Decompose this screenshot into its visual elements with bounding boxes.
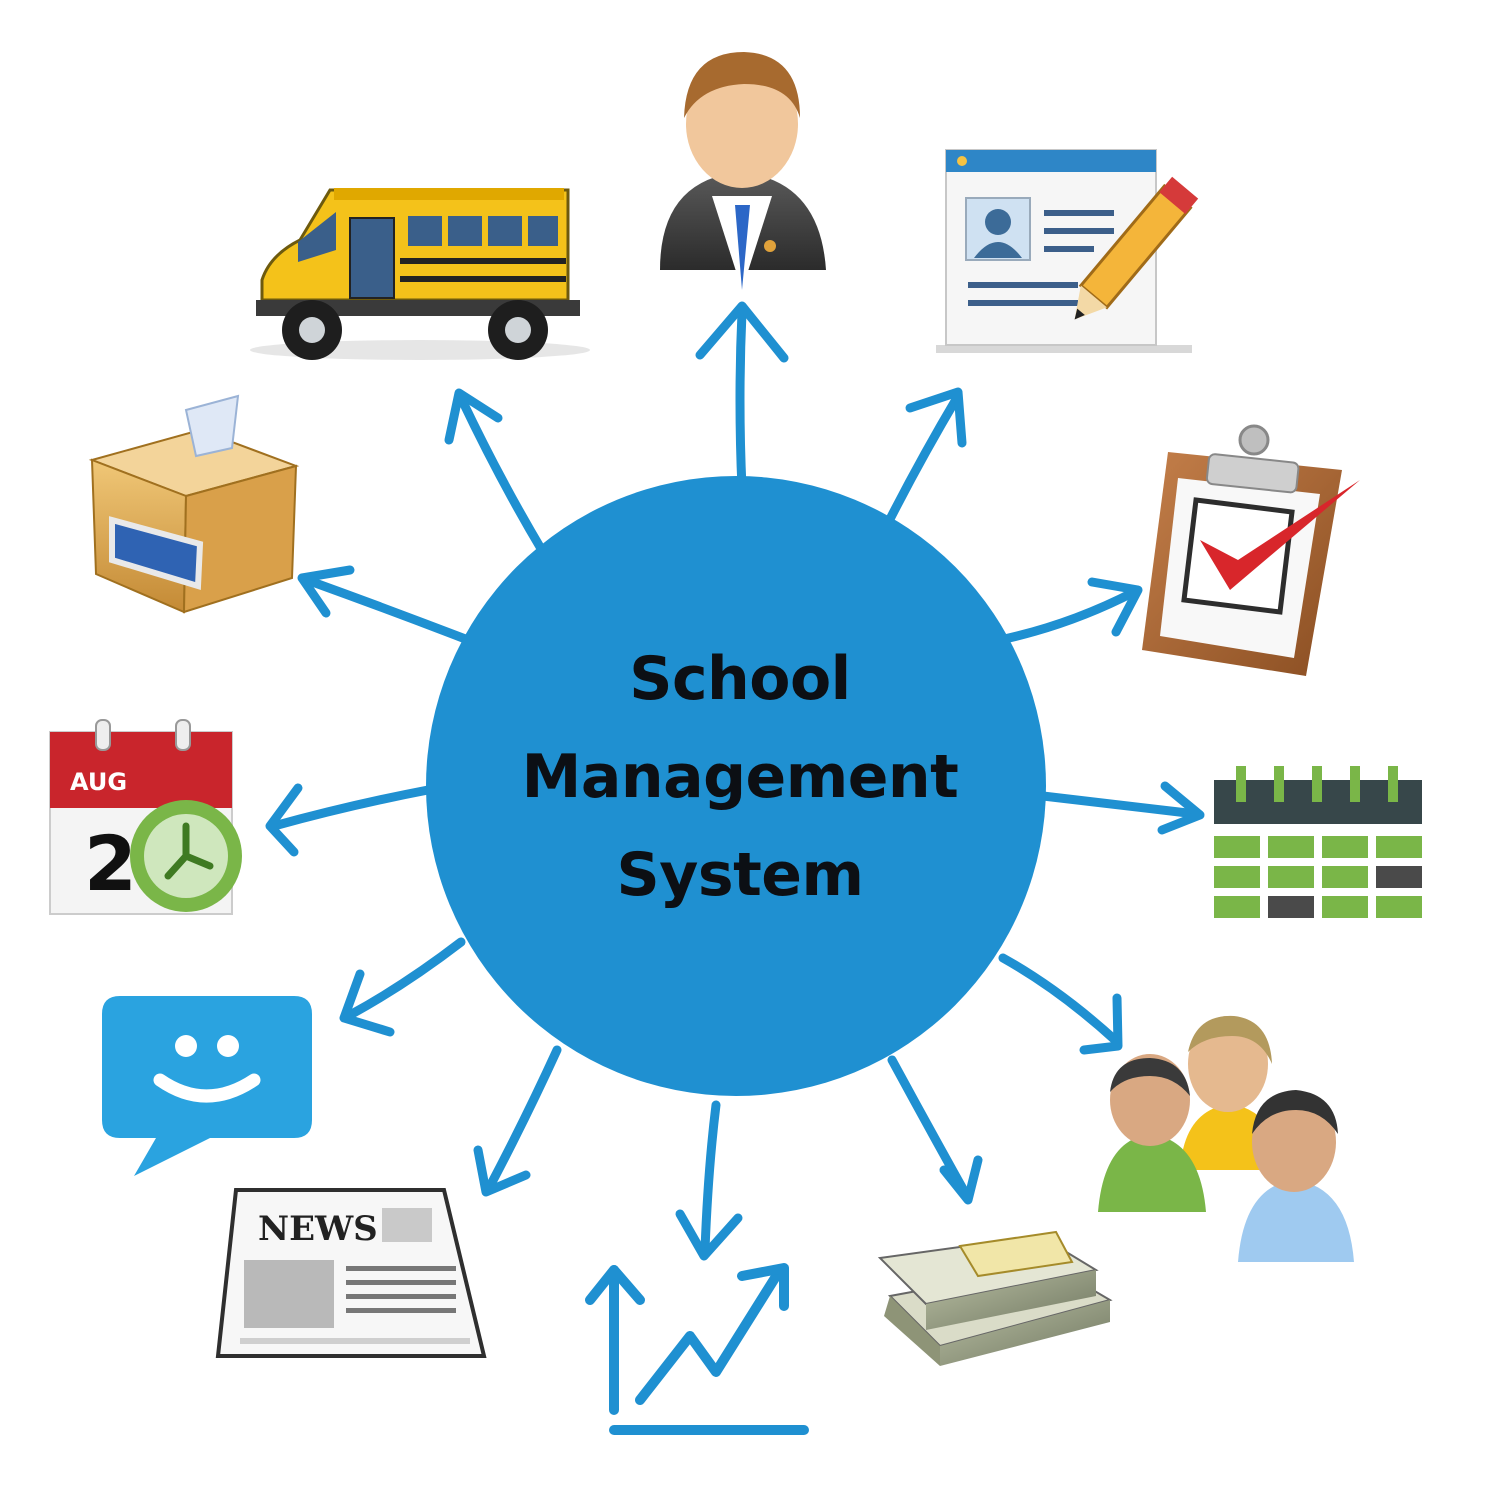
newspaper-headline-text: NEWS	[258, 1209, 378, 1249]
attendance-checklist-icon	[1142, 424, 1360, 676]
calendar-month-text: AUG	[70, 768, 127, 796]
arrow-to-parents	[998, 953, 1120, 1045]
person-icon	[660, 52, 826, 290]
suggestion-box-icon	[88, 394, 300, 614]
news-icon: NEWS	[215, 1188, 487, 1358]
school-management-diagram: AUG 2 NEWS School Management System	[0, 0, 1492, 1492]
arrow-to-form	[882, 391, 963, 530]
arrow-to-person	[735, 307, 747, 493]
arrow-to-timetable	[1038, 791, 1201, 819]
reports-chart-icon	[585, 1263, 809, 1435]
arrow-to-news	[483, 1045, 562, 1195]
hub-title: School Management System	[430, 630, 1050, 924]
timetable-calendar-icon	[1214, 766, 1422, 918]
events-calendar-icon: AUG 2	[49, 719, 242, 915]
arrow-to-money	[887, 1055, 973, 1203]
calendar-day-text: 2	[84, 819, 137, 908]
parents-group-icon	[1098, 1015, 1354, 1262]
fees-money-icon	[877, 1230, 1113, 1366]
profile-form-icon	[936, 149, 1199, 353]
arrow-to-chart	[700, 1100, 721, 1255]
arrow-to-bus	[457, 395, 548, 557]
transport-bus-icon	[250, 188, 590, 360]
hub-title-line-2: Management	[521, 742, 959, 812]
message-chat-icon	[102, 996, 312, 1176]
arrow-to-chat	[345, 937, 466, 1020]
hub-title-line-1: School	[629, 644, 851, 714]
hub-title-line-3: System	[616, 840, 864, 910]
